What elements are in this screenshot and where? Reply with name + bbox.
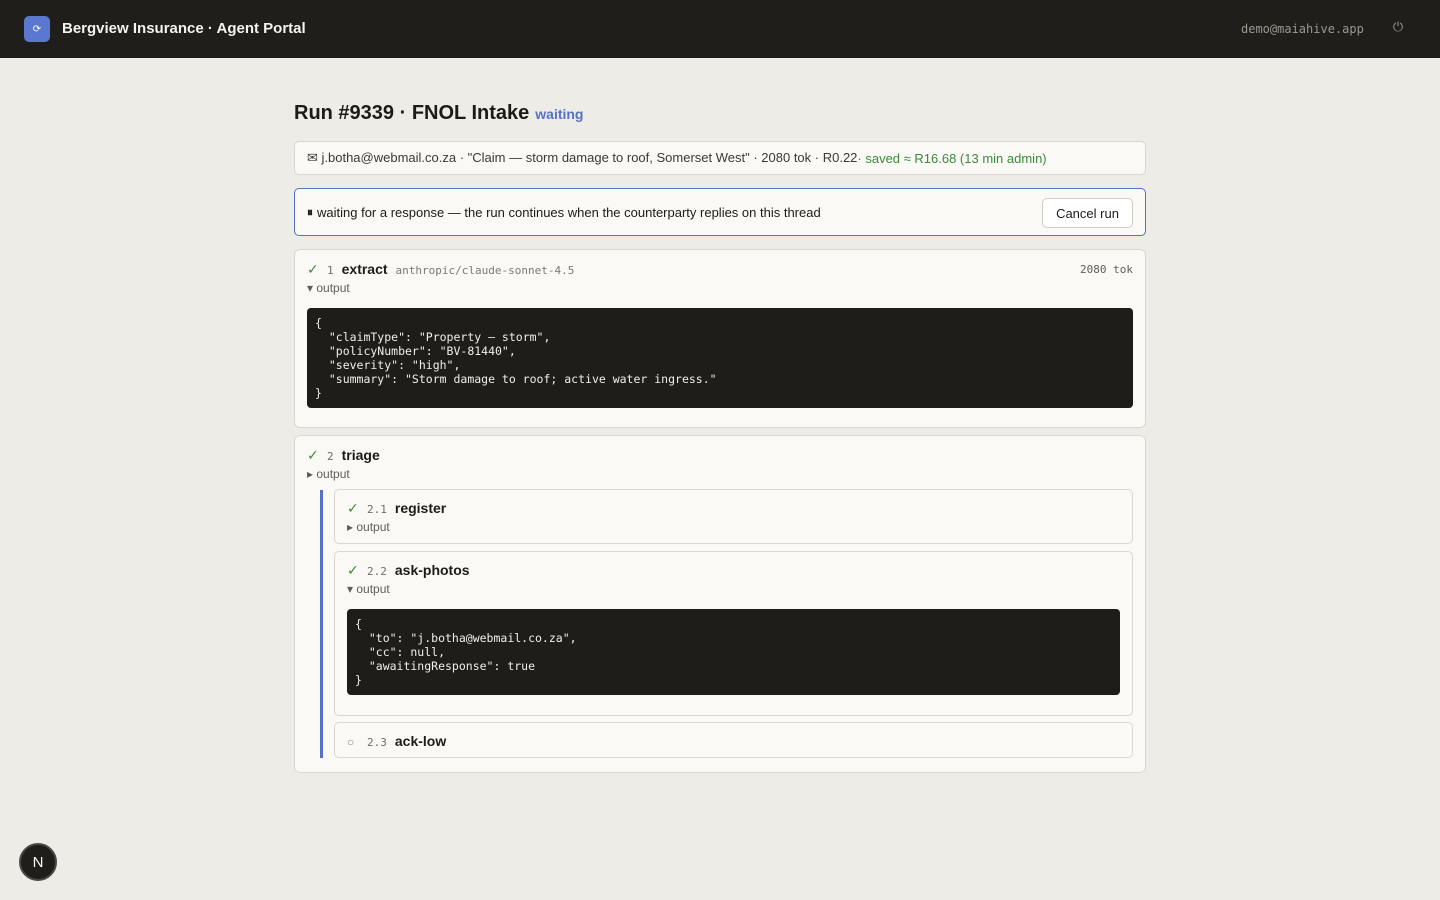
- check-icon: ✓: [347, 500, 359, 516]
- step-card-register: ✓ 2.1 register ▸ output: [334, 489, 1133, 544]
- top-bar: ⟳ Bergview Insurance · Agent Portal demo…: [0, 0, 1440, 58]
- output-toggle[interactable]: ▾ output: [307, 281, 350, 295]
- power-icon[interactable]: ⏻: [1390, 19, 1406, 35]
- status-badge: waiting: [535, 106, 584, 122]
- floating-n-button[interactable]: N: [19, 843, 57, 881]
- pending-circle-icon: ○: [347, 735, 355, 749]
- page-title: Run #9339 · FNOL Intake: [294, 102, 530, 124]
- output-code-block: { "claimType": "Property — storm", "poli…: [307, 308, 1133, 408]
- step-card-ack-low: ○ 2.3 ack-low: [334, 722, 1133, 758]
- output-toggle[interactable]: ▸ output: [307, 467, 350, 481]
- step-name: ask-photos: [394, 562, 470, 578]
- output-code-block: { "to": "j.botha@webmail.co.za", "cc": n…: [347, 609, 1120, 695]
- step-header: ○ 2.3 ack-low: [347, 733, 454, 749]
- waiting-banner: ⏸ waiting for a response — the run conti…: [294, 188, 1146, 236]
- step-name: triage: [341, 447, 380, 463]
- waiting-message: waiting for a response — the run continu…: [317, 204, 821, 220]
- step-number: 2.2: [367, 565, 387, 578]
- step-number: 1: [327, 264, 334, 277]
- step-number: 2.3: [367, 736, 387, 749]
- step-card-ask-photos: ✓ 2.2 ask-photos ▾ output { "to": "j.bot…: [334, 551, 1133, 716]
- substep-rail: [320, 490, 323, 758]
- pause-icon: ⏸: [307, 204, 314, 219]
- run-summary: ✉ j.botha@webmail.co.za · "Claim — storm…: [294, 141, 1146, 175]
- run-heading: Run #9339 · FNOL Intake waiting: [294, 102, 584, 125]
- check-icon: ✓: [307, 261, 319, 277]
- check-icon: ✓: [307, 447, 319, 463]
- app-logo-icon[interactable]: ⟳: [24, 16, 50, 42]
- token-count: 2080 tok: [1080, 263, 1133, 276]
- user-email: demo@maiahive.app: [1241, 22, 1364, 36]
- savings-text: · saved ≈ R16.68 (13 min admin): [857, 150, 1047, 166]
- step-header: ✓ 2 triage: [307, 447, 388, 464]
- step-header: ✓ 2.2 ask-photos: [347, 562, 478, 579]
- check-icon: ✓: [347, 562, 359, 578]
- step-number: 2.1: [367, 503, 387, 516]
- output-toggle[interactable]: ▸ output: [347, 520, 390, 534]
- run-summary-text: ✉ j.botha@webmail.co.za · "Claim — storm…: [307, 150, 858, 165]
- step-name: register: [394, 500, 447, 516]
- step-header: ✓ 2.1 register: [347, 500, 454, 517]
- step-name: extract: [341, 261, 388, 277]
- step-header: ✓ 1 extract anthropic/claude-sonnet-4.5: [307, 261, 574, 278]
- app-title: Bergview Insurance · Agent Portal: [62, 20, 306, 37]
- step-name: ack-low: [394, 733, 447, 749]
- cancel-run-button[interactable]: Cancel run: [1042, 198, 1133, 228]
- step-card-extract: ✓ 1 extract anthropic/claude-sonnet-4.5 …: [294, 249, 1146, 428]
- output-toggle[interactable]: ▾ output: [347, 582, 390, 596]
- model-name: anthropic/claude-sonnet-4.5: [395, 264, 575, 277]
- step-number: 2: [327, 450, 334, 463]
